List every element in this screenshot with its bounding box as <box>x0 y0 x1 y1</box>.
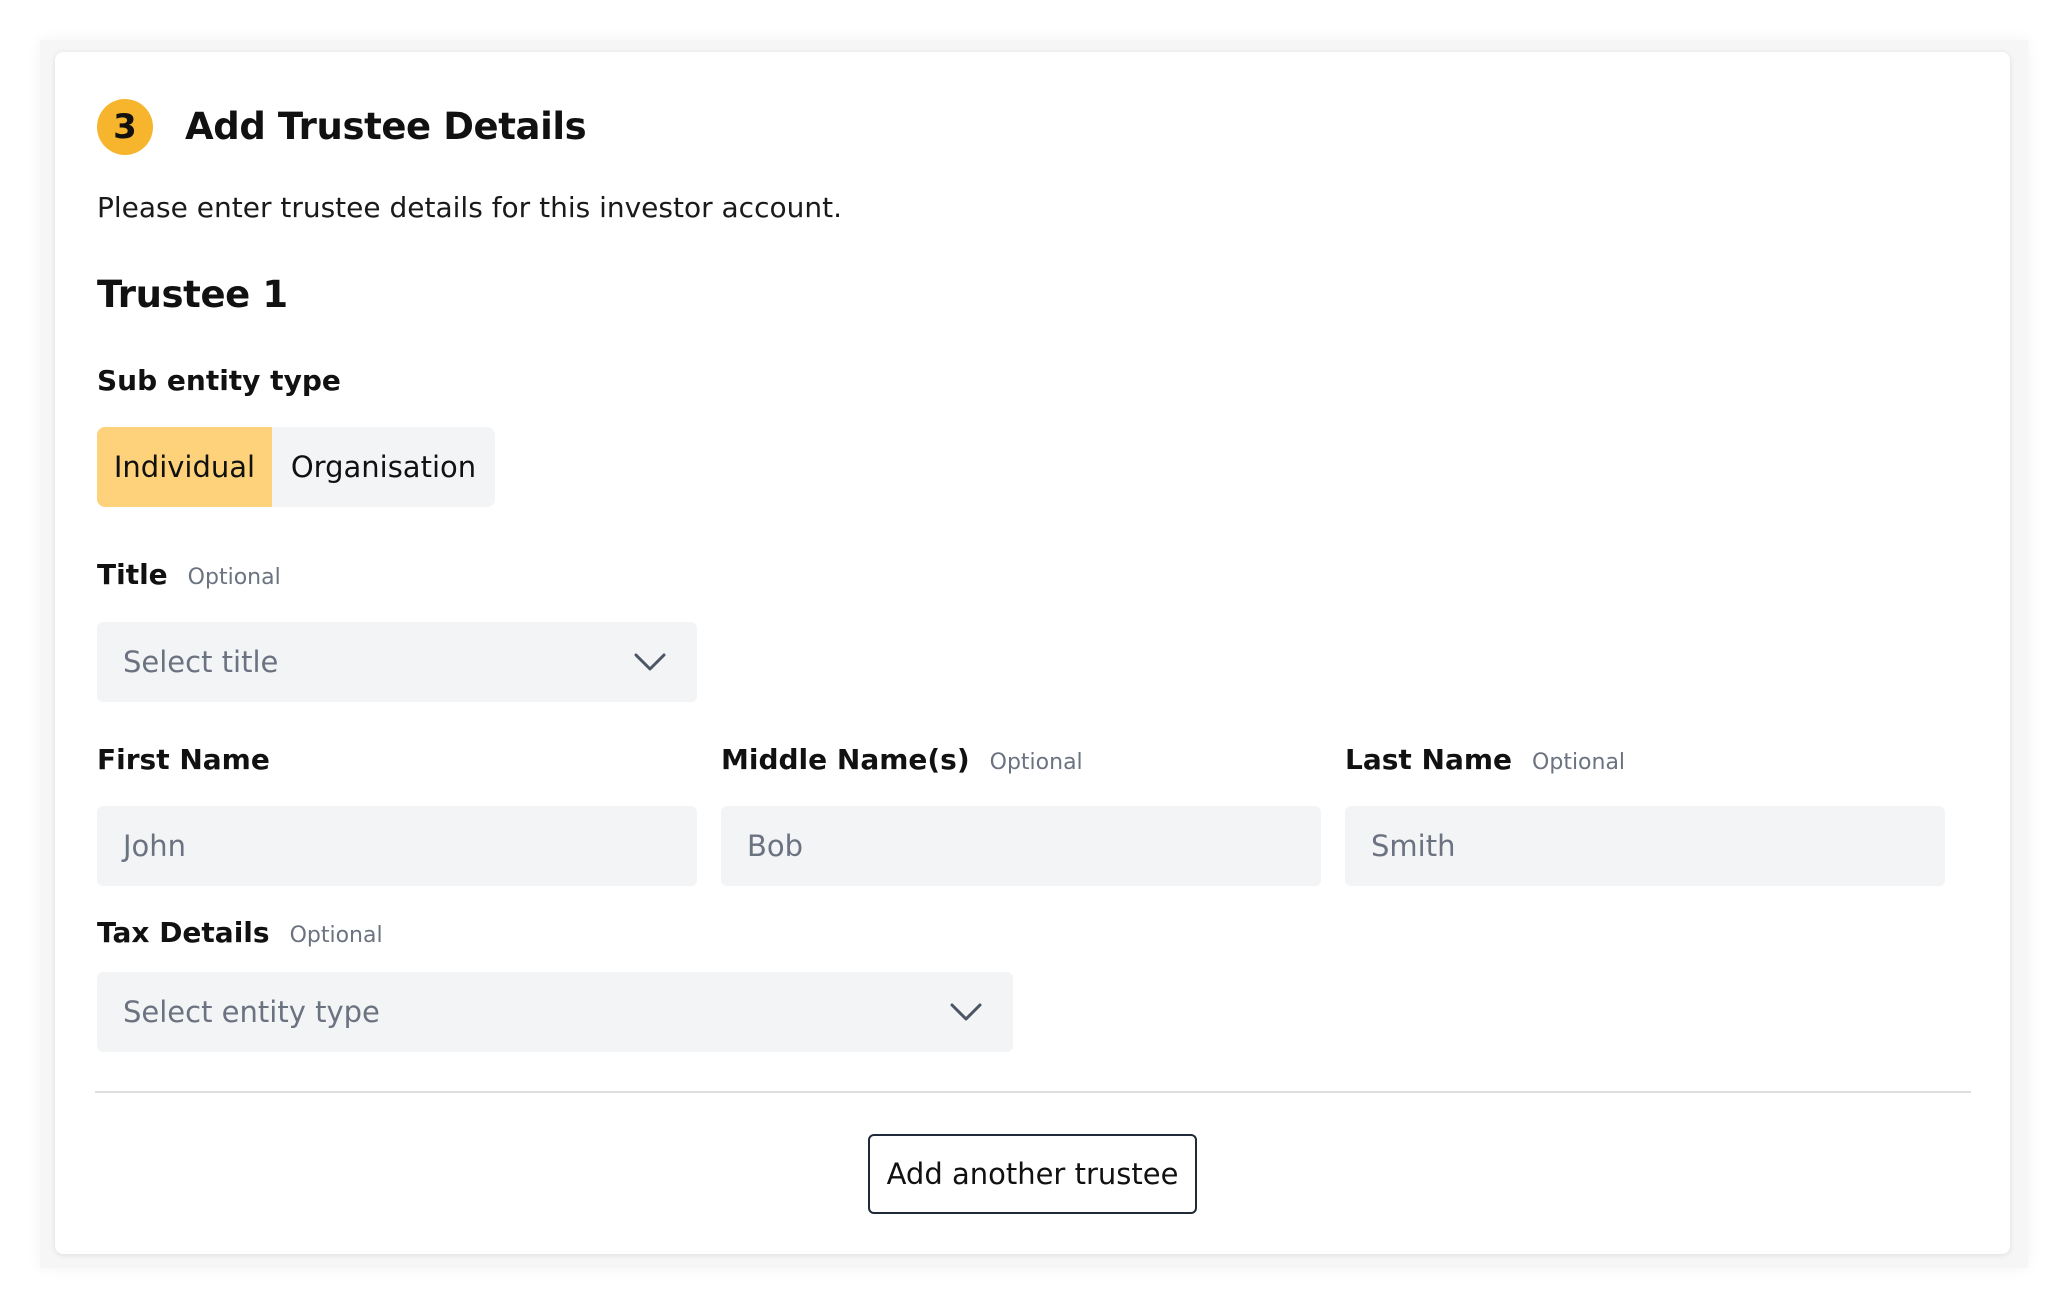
sub-entity-type-label: Sub entity type <box>97 361 341 401</box>
tax-details-optional-tag: Optional <box>289 923 383 948</box>
first-name-placeholder: John <box>123 829 187 863</box>
sub-entity-type-toggle: Individual Organisation <box>97 427 495 507</box>
middle-name-label: Middle Name(s) Optional <box>721 740 1083 783</box>
segment-organisation[interactable]: Organisation <box>272 427 495 507</box>
sub-entity-type-label-text: Sub entity type <box>97 364 341 397</box>
add-another-trustee-label: Add another trustee <box>886 1157 1179 1191</box>
title-optional-tag: Optional <box>187 565 281 590</box>
middle-name-optional-tag: Optional <box>989 750 1083 775</box>
first-name-label: First Name <box>97 740 270 780</box>
middle-name-label-text: Middle Name(s) <box>721 743 970 776</box>
trustee-heading: Trustee 1 <box>97 273 288 316</box>
last-name-placeholder: Smith <box>1371 829 1456 863</box>
last-name-optional-tag: Optional <box>1532 750 1626 775</box>
segment-organisation-label: Organisation <box>290 450 477 484</box>
section-description: Please enter trustee details for this in… <box>97 191 842 224</box>
chevron-down-icon <box>634 653 666 671</box>
section-title: Add Trustee Details <box>185 105 587 148</box>
first-name-label-text: First Name <box>97 743 270 776</box>
title-select[interactable]: Select title <box>97 622 697 702</box>
section-divider <box>95 1091 1971 1093</box>
tax-details-label: Tax Details Optional <box>97 913 383 956</box>
segment-individual[interactable]: Individual <box>97 427 272 507</box>
add-another-trustee-button[interactable]: Add another trustee <box>868 1134 1197 1214</box>
step-number: 3 <box>113 107 137 147</box>
step-number-badge: 3 <box>97 99 153 155</box>
middle-name-placeholder: Bob <box>747 829 804 863</box>
last-name-input[interactable]: Smith <box>1345 806 1945 886</box>
tax-entity-type-select[interactable]: Select entity type <box>97 972 1013 1052</box>
middle-name-input[interactable]: Bob <box>721 806 1321 886</box>
last-name-label-text: Last Name <box>1345 743 1513 776</box>
first-name-input[interactable]: John <box>97 806 697 886</box>
tax-details-label-text: Tax Details <box>97 916 270 949</box>
chevron-down-icon <box>950 1003 982 1021</box>
title-select-placeholder: Select title <box>123 645 279 679</box>
title-label-text: Title <box>97 558 168 591</box>
segment-individual-label: Individual <box>113 450 256 484</box>
last-name-label: Last Name Optional <box>1345 740 1625 783</box>
tax-entity-type-placeholder: Select entity type <box>123 995 380 1029</box>
title-label: Title Optional <box>97 555 281 598</box>
